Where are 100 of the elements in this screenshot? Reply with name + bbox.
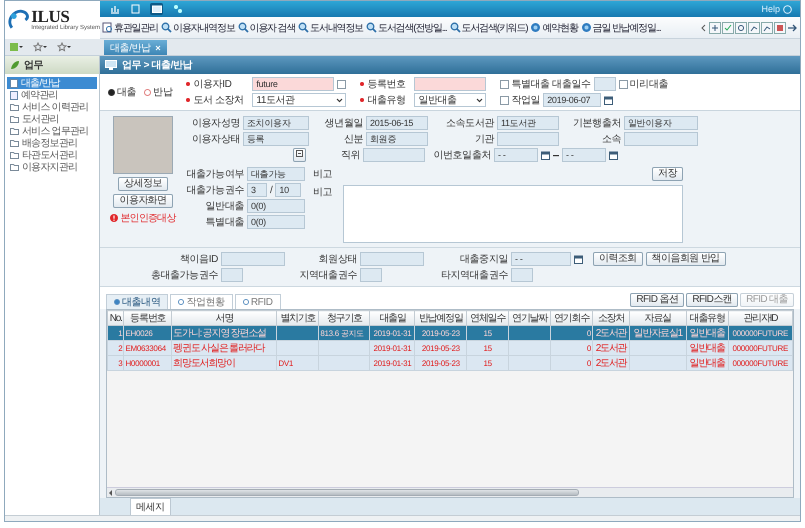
date-field[interactable]: - -	[511, 252, 571, 266]
star-icon[interactable]	[57, 42, 71, 52]
field-label: 대출가능권수	[185, 184, 244, 197]
field-label: 도서 소장처	[193, 94, 245, 107]
checkbox[interactable]: 특별대출 대출일수	[500, 77, 591, 91]
input-field[interactable]: future	[252, 77, 334, 91]
sidebar-item[interactable]: 도서관리	[7, 113, 97, 125]
input-field[interactable]	[414, 77, 486, 91]
table-cell: 2도서관	[592, 356, 630, 370]
table-cell: 2019-05-23	[414, 356, 467, 370]
column-header[interactable]: 소장처	[592, 310, 630, 326]
button[interactable]: RFID 옵션	[630, 293, 684, 307]
exit-icon[interactable]	[787, 24, 798, 32]
input-field[interactable]	[624, 132, 698, 146]
input-field[interactable]	[360, 268, 382, 282]
input-field[interactable]: 0(0)	[247, 199, 305, 213]
column-header[interactable]: 대출유형	[686, 310, 728, 326]
close-icon[interactable]	[154, 44, 161, 50]
input-field[interactable]	[594, 77, 616, 91]
range-dash-icon	[553, 154, 559, 156]
tab[interactable]: 작업현황	[170, 294, 233, 309]
input-field[interactable]: 등록	[243, 132, 309, 146]
input-field[interactable]: 11도서관	[497, 116, 559, 130]
minus-button[interactable]	[293, 148, 306, 162]
column-header[interactable]: 연기회수	[550, 310, 593, 326]
button[interactable]: 이력조회	[593, 252, 643, 266]
input-field[interactable]: 0(0)	[247, 215, 305, 229]
chevron-left-icon[interactable]	[700, 24, 708, 32]
column-header[interactable]: 관리자ID	[728, 310, 792, 326]
toolbar-link[interactable]: 도서검색(전방일...	[366, 20, 446, 34]
tab[interactable]: RFID	[234, 294, 281, 309]
table-row[interactable]: 1 EH0026 도가니: 공지영 장편소설 813.6 공지도 2019-01-31 2019-05-23 15 0 2도서관 일반자료실1 일반대출 000000FUTURE	[108, 326, 792, 340]
column-header[interactable]: 대출일	[370, 310, 415, 326]
sidebar-item[interactable]: 대출/반납	[7, 77, 97, 89]
tab[interactable]: 대출내역	[106, 294, 168, 309]
sidebar-item[interactable]: 서비스 업무관리	[7, 125, 97, 137]
sidebar-item[interactable]: 예약관리	[7, 89, 97, 101]
date-field[interactable]: - -	[494, 148, 538, 162]
input-field[interactable]: 조치이용자	[243, 116, 309, 130]
input-field[interactable]: 3	[247, 183, 267, 197]
field-label: 대출가능여부	[185, 168, 244, 181]
column-header[interactable]: 청구기호	[318, 310, 370, 326]
sidebar-item[interactable]: 이용자지관리	[7, 161, 97, 173]
sidebar-item[interactable]: 배송정보관리	[7, 137, 97, 149]
tab[interactable]: 메세지	[130, 498, 171, 516]
star-icon[interactable]	[33, 42, 47, 52]
radio-option[interactable]: 반납	[144, 85, 172, 99]
save-button[interactable]: 저장	[652, 167, 683, 181]
button[interactable]: 이용자화면	[113, 194, 172, 208]
input-field[interactable]	[511, 268, 533, 282]
input-field[interactable]: 대출가능	[247, 167, 305, 181]
toolbar-link[interactable]: 도서내역정보	[298, 20, 364, 34]
input-field[interactable]	[221, 268, 243, 282]
input-field[interactable]: 일반이용자	[624, 116, 698, 130]
toolbar-link[interactable]: 이용자 검색	[238, 20, 296, 34]
sidebar-item[interactable]: 서비스 이력관리	[7, 101, 97, 113]
circle-icon	[580, 22, 592, 33]
checkbox[interactable]	[337, 80, 346, 88]
remark-field[interactable]	[343, 185, 683, 243]
horizontal-scrollbar[interactable]	[107, 487, 793, 497]
toolbar-link[interactable]: 휴관일관리	[102, 20, 158, 34]
input-field[interactable]	[221, 252, 285, 266]
button[interactable]: RFID스캔	[686, 293, 738, 307]
column-header[interactable]: 반납예정일	[414, 310, 467, 326]
table-cell: 2019-01-31	[370, 356, 415, 370]
dropdown[interactable]: 11도서관	[252, 93, 346, 107]
field-label: 책이음ID	[178, 253, 218, 266]
table-row[interactable]: 2 EM0633064 펭귄도 사실은 롤러라다 2019-01-31 2019-05-23 15 0 2도서관 일반대출 000000FUTURE	[108, 340, 792, 356]
column-header[interactable]: 등록번호	[124, 310, 172, 326]
column-header[interactable]: No.	[108, 310, 124, 326]
table-row[interactable]: 3 H0000001 희망도서희망이 DV1 2019-01-31 2019-05-23 15 0 2도서관 일반대출 000000FUTURE	[108, 356, 792, 370]
field-label: 소속	[600, 133, 621, 146]
check-button[interactable]	[722, 22, 734, 34]
column-header[interactable]: 자료실	[630, 310, 686, 326]
column-header[interactable]: 연기날짜	[508, 310, 551, 326]
input-field[interactable]: 회원증	[366, 132, 428, 146]
dropdown[interactable]: 일반대출	[414, 93, 486, 107]
calendar-icon	[609, 150, 618, 160]
input-field[interactable]	[363, 148, 425, 162]
sidebar-item[interactable]: 타관도서관리	[7, 149, 97, 161]
toolbar-link[interactable]: 금일 반납예정일...	[580, 20, 660, 34]
radio-option[interactable]: 대출	[108, 85, 136, 99]
button[interactable]: 상세정보	[118, 177, 168, 191]
toolbar-link[interactable]: 이용자내역정보	[161, 20, 235, 34]
date-field[interactable]: - -	[562, 148, 606, 162]
scroll-left-icon[interactable]	[109, 490, 113, 496]
date-field[interactable]: 2019-06-07	[543, 93, 602, 107]
toolbar-link[interactable]: 도서검색(키워드)	[450, 20, 528, 34]
checkbox[interactable]: 작업일	[500, 93, 540, 107]
column-header[interactable]: 서명	[172, 310, 277, 326]
input-field[interactable]: 10	[275, 183, 302, 197]
input-field[interactable]	[497, 132, 559, 146]
column-header[interactable]: 별치기호	[276, 310, 319, 326]
table-cell: H0000001	[124, 356, 172, 370]
button[interactable]: 책이음회원 반입	[646, 252, 726, 266]
toolbar-link[interactable]: 예약현황	[530, 20, 578, 34]
input-field[interactable]	[360, 252, 424, 266]
input-field[interactable]: 2015-06-15	[366, 116, 428, 130]
column-header[interactable]: 연체일수	[466, 310, 509, 326]
checkbox[interactable]: 미리대출	[618, 77, 668, 91]
